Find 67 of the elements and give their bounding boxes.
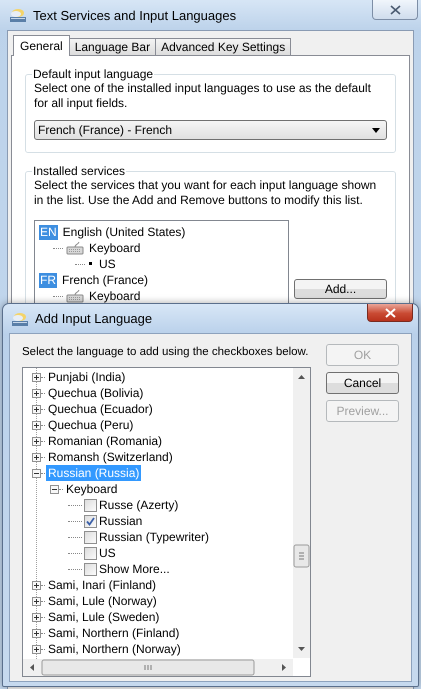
expand-icon[interactable] (32, 452, 41, 462)
checkbox[interactable] (84, 546, 97, 560)
tree-item[interactable]: Russian (Typewriter) (97, 529, 212, 545)
group-heading: Installed services (32, 164, 126, 178)
expand-icon[interactable] (32, 388, 41, 398)
dropdown-caret-icon (372, 128, 380, 132)
add-button[interactable]: Add... (294, 279, 387, 299)
checkbox[interactable] (84, 514, 97, 528)
description-text: Select one of the installed input languages to use as the default for all input fields. (34, 81, 372, 111)
expand-icon[interactable] (32, 596, 41, 606)
app-icon (11, 310, 29, 326)
list-item[interactable]: US (99, 257, 116, 271)
tree-item[interactable]: Russian (97, 513, 144, 529)
checkbox[interactable] (84, 530, 97, 544)
checkbox[interactable] (84, 498, 97, 512)
expand-icon[interactable] (32, 628, 41, 638)
checkbox[interactable] (84, 562, 97, 576)
close-button[interactable] (372, 0, 418, 20)
list-item[interactable]: French (France) (62, 273, 148, 287)
tree-item[interactable]: Romanian (Romania) (46, 433, 164, 449)
collapse-icon[interactable] (50, 484, 59, 494)
keyboard-icon (66, 241, 84, 255)
window-title: Text Services and Input Languages (33, 8, 236, 22)
instruction-text: Select the language to add using the checkboxes below. (22, 345, 308, 360)
language-code-badge: FR (39, 272, 57, 288)
tree-item[interactable]: Quechua (Bolivia) (46, 385, 146, 401)
language-code-badge: EN (39, 224, 58, 240)
tree-item[interactable]: Sami, Lule (Norway) (46, 593, 159, 609)
expand-icon[interactable] (32, 644, 41, 654)
tree-item[interactable]: Quechua (Ecuador) (46, 401, 155, 417)
cancel-button[interactable]: Cancel (326, 372, 399, 394)
bullet-icon (88, 262, 94, 266)
expand-icon[interactable] (32, 404, 41, 414)
expand-icon[interactable] (32, 372, 41, 382)
tree-item[interactable]: Sami, Inari (Finland) (46, 577, 158, 593)
expand-icon[interactable] (32, 436, 41, 446)
language-dropdown[interactable]: French (France) - French (34, 120, 387, 140)
app-icon (9, 7, 27, 23)
list-item[interactable]: English (United States) (62, 225, 186, 239)
close-button[interactable] (367, 304, 413, 322)
expand-icon[interactable] (32, 420, 41, 430)
tree-item[interactable]: Sami, Northern (Finland) (46, 625, 182, 641)
scrollbar[interactable] (23, 659, 293, 676)
tree-item[interactable]: Show More... (97, 561, 172, 577)
tree-item[interactable]: Sami, Northern (Norway) (46, 641, 183, 657)
close-icon (390, 4, 400, 14)
expand-icon[interactable] (32, 580, 41, 590)
tab[interactable]: General (13, 35, 70, 56)
tree-item[interactable]: Keyboard (64, 481, 120, 497)
dialog-title: Add Input Language (35, 311, 152, 326)
tree-item[interactable]: Romansh (Switzerland) (46, 449, 175, 465)
keyboard-icon (66, 289, 84, 303)
tab[interactable]: Language Bar (68, 38, 156, 55)
scrollbar[interactable] (293, 368, 310, 658)
description-text: Select the services that you want for each input language shown in the list. Use the Add and Remove buttons to modify this list. (34, 178, 378, 208)
group-heading: Default input language (32, 67, 154, 81)
list-item[interactable]: Keyboard (89, 289, 140, 303)
tab[interactable]: Advanced Key Settings (155, 38, 292, 55)
tree-item[interactable]: US (97, 545, 118, 561)
expand-icon[interactable] (32, 612, 41, 622)
tree-item[interactable]: Sami, Lule (Sweden) (46, 609, 162, 625)
tree-item[interactable]: Russe (Azerty) (97, 497, 180, 513)
list-item[interactable]: Keyboard (89, 241, 140, 255)
tree-item[interactable]: Punjabi (India) (46, 369, 128, 385)
collapse-icon[interactable] (32, 468, 41, 478)
tree-item[interactable]: Quechua (Peru) (46, 417, 136, 433)
close-icon (384, 308, 396, 318)
